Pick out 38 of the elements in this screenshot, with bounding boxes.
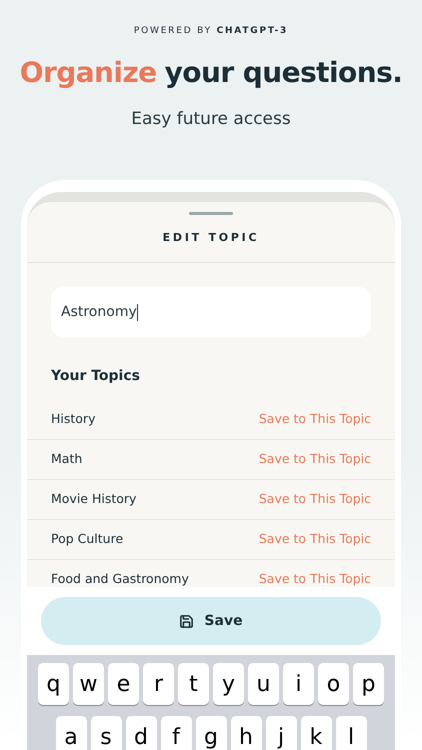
keyboard-key[interactable]: e bbox=[108, 663, 139, 705]
headline-accent: Organize bbox=[20, 54, 157, 90]
keyboard-key[interactable]: l bbox=[336, 716, 366, 750]
topic-name: History bbox=[51, 410, 96, 428]
keyboard-key[interactable]: r bbox=[143, 663, 174, 705]
powered-by-label: POWERED BY CHATGPT-3 bbox=[134, 25, 288, 38]
section-title: Your Topics bbox=[51, 368, 140, 384]
keyboard-key[interactable]: o bbox=[318, 663, 349, 705]
topic-name: Food and Gastronomy bbox=[51, 570, 189, 587]
sheet-title: EDIT TOPIC bbox=[162, 230, 260, 246]
keyboard-key[interactable]: h bbox=[230, 716, 262, 750]
keyboard-key[interactable]: d bbox=[126, 716, 156, 750]
topic-name: Pop Culture bbox=[51, 530, 124, 548]
keyboard-key[interactable]: a bbox=[56, 716, 86, 750]
keyboard-key[interactable]: t bbox=[178, 663, 209, 705]
keyboard-key[interactable]: f bbox=[160, 716, 192, 750]
keyboard-key[interactable]: p bbox=[353, 663, 384, 705]
keyboard-key[interactable]: i bbox=[283, 663, 314, 705]
drag-handle[interactable] bbox=[189, 212, 233, 215]
headline: your questions. bbox=[164, 54, 402, 90]
save-icon bbox=[179, 614, 194, 628]
keyboard-key[interactable]: u bbox=[248, 663, 279, 705]
keyboard-key[interactable]: k bbox=[300, 716, 332, 750]
topic-name: Math bbox=[51, 450, 82, 468]
topic-name: Movie History bbox=[51, 490, 136, 508]
topic-row[interactable]: History Save to This Topic bbox=[27, 399, 395, 439]
topic-input-field[interactable]: Astronomy bbox=[51, 287, 371, 337]
keyboard-key[interactable]: q bbox=[38, 663, 69, 705]
save-button[interactable]: Save bbox=[41, 597, 381, 645]
subtitle: Easy future access bbox=[131, 108, 291, 130]
topic-row[interactable]: Math Save to This Topic bbox=[27, 439, 395, 479]
keyboard-key[interactable]: y bbox=[213, 663, 244, 705]
keyboard-key[interactable]: w bbox=[73, 663, 104, 705]
topic-row[interactable]: Movie History Save to This Topic bbox=[27, 479, 395, 519]
keyboard-key[interactable]: j bbox=[266, 716, 296, 750]
keyboard-key[interactable]: s bbox=[90, 716, 122, 750]
topic-row[interactable]: Pop Culture Save to This Topic bbox=[27, 519, 395, 559]
keyboard-key[interactable]: g bbox=[196, 716, 226, 750]
